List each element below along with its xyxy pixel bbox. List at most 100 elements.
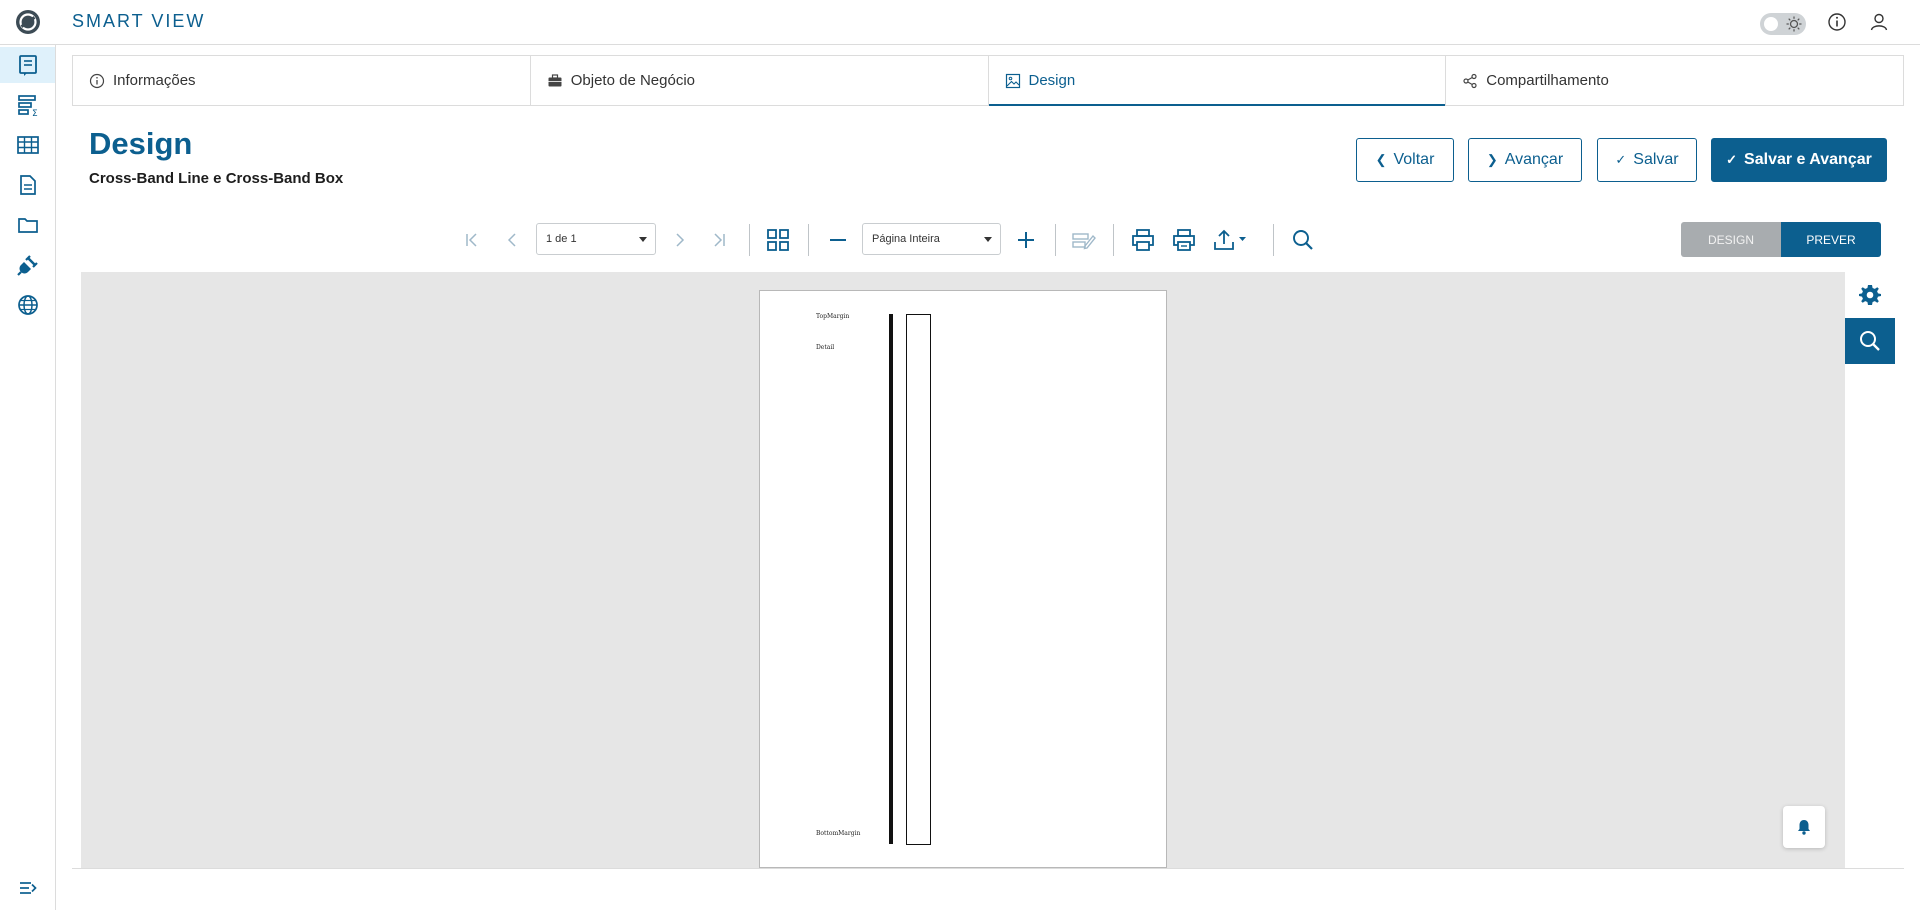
expand-menu-icon: [19, 882, 37, 894]
save-and-next-label: Salvar e Avançar: [1744, 151, 1872, 168]
save-button[interactable]: ✓ Salvar: [1597, 138, 1697, 182]
share-icon: [1463, 73, 1477, 88]
band-label-bottom-margin: BottomMargin: [816, 830, 861, 837]
toolbar-separator: [1055, 224, 1056, 256]
zoom-select[interactable]: Página Inteira: [862, 223, 1001, 255]
notifications-button[interactable]: [1783, 806, 1825, 848]
design-mode-button[interactable]: DESIGN: [1681, 222, 1781, 257]
tab-label: Compartilhamento: [1486, 72, 1609, 89]
sun-icon: [1786, 16, 1802, 32]
next-label: Avançar: [1504, 151, 1564, 168]
plus-icon: [1018, 232, 1034, 248]
report-page: TopMargin Detail BottomMargin: [759, 290, 1167, 868]
report-icon: [18, 55, 37, 76]
theme-toggle[interactable]: [1760, 13, 1806, 35]
tab-design[interactable]: Design: [988, 56, 1447, 106]
sidebar-item-tables[interactable]: [0, 127, 55, 163]
band-label-detail: Detail: [816, 344, 835, 351]
page-subtitle: Cross-Band Line e Cross-Band Box: [89, 170, 344, 187]
upload-icon: [1214, 229, 1246, 250]
zoom-out-button[interactable]: [826, 228, 850, 252]
app-header: SMART VIEW: [0, 0, 1920, 45]
sidebar-item-reports[interactable]: [0, 47, 55, 83]
back-label: Voltar: [1393, 151, 1435, 168]
first-page-icon: [466, 233, 477, 247]
next-page-button[interactable]: [668, 228, 692, 252]
user-icon[interactable]: [1868, 11, 1890, 33]
wizard-tabs: Informações Objeto de Negócio Design Com…: [72, 55, 1904, 106]
chevron-down-icon: [984, 237, 992, 242]
toggle-knob: [1764, 17, 1778, 31]
chevron-left-icon: ❮: [1375, 152, 1387, 167]
print-page-button[interactable]: [1172, 228, 1196, 252]
last-page-button[interactable]: [707, 228, 731, 252]
previous-page-button[interactable]: [500, 228, 524, 252]
bell-icon: [1798, 820, 1810, 835]
back-button[interactable]: ❮ Voltar: [1356, 138, 1454, 182]
chevron-right-icon: [676, 233, 685, 247]
editing-fields-button[interactable]: [1072, 228, 1096, 252]
sidebar-item-web[interactable]: [0, 287, 55, 323]
search-icon: [1293, 230, 1313, 250]
toolbar-separator: [749, 224, 750, 256]
preview-mode-button[interactable]: PREVER: [1781, 222, 1881, 257]
gear-icon: [1859, 285, 1881, 305]
toolbar-separator: [808, 224, 809, 256]
tab-label: Design: [1028, 72, 1076, 89]
save-and-next-button[interactable]: ✓ Salvar e Avançar: [1711, 138, 1887, 182]
tab-label: Objeto de Negócio: [570, 72, 695, 89]
cross-band-box: [906, 314, 931, 845]
tab-objeto-de-negocio[interactable]: Objeto de Negócio: [531, 56, 989, 105]
zoom-select-value: Página Inteira: [872, 233, 940, 245]
check-icon: ✓: [1615, 152, 1627, 167]
svg-text:Σ: Σ: [32, 109, 38, 117]
search-icon: [1860, 331, 1880, 351]
content-bottom-border: [72, 868, 1904, 869]
info-icon[interactable]: [1826, 11, 1848, 33]
sidebar-item-documents[interactable]: [0, 167, 55, 203]
analysis-icon: Σ: [17, 95, 38, 117]
totvs-logo-icon[interactable]: [15, 9, 41, 35]
briefcase-icon: [548, 73, 562, 86]
edit-fields-icon: [1072, 233, 1096, 250]
image-icon: [1005, 73, 1020, 88]
preview-side-tools: [1845, 272, 1895, 868]
sidebar-item-analysis[interactable]: Σ: [0, 87, 55, 123]
first-page-button[interactable]: [460, 228, 484, 252]
page-select-value: 1 de 1: [546, 233, 577, 245]
expand-menu-button[interactable]: [0, 870, 55, 906]
cross-band-line: [889, 314, 893, 844]
next-button[interactable]: ❯ Avançar: [1468, 138, 1582, 182]
tab-informacoes[interactable]: Informações: [73, 56, 531, 105]
minus-icon: [830, 239, 846, 241]
zoom-in-button[interactable]: [1014, 228, 1038, 252]
chevron-down-icon: [639, 237, 647, 242]
info-icon: [89, 73, 105, 88]
print-icon: [1132, 229, 1154, 251]
chevron-left-icon: [507, 233, 516, 247]
report-preview-area[interactable]: TopMargin Detail BottomMargin: [81, 272, 1845, 868]
sidebar: Σ: [0, 45, 56, 910]
toolbar-separator: [1113, 224, 1114, 256]
export-button[interactable]: [1212, 228, 1252, 252]
toolbar-separator: [1273, 224, 1274, 256]
globe-icon: [17, 295, 38, 315]
view-mode-switch: DESIGN PREVER: [1681, 222, 1881, 257]
table-icon: [16, 136, 39, 154]
page-select[interactable]: 1 de 1: [536, 223, 656, 255]
check-icon: ✓: [1726, 152, 1738, 167]
search-panel-button[interactable]: [1845, 318, 1895, 364]
viewer-toolbar: 1 de 1 Página Inteira DESIGN PREVER: [0, 218, 1920, 262]
document-icon: [19, 175, 36, 195]
last-page-icon: [714, 233, 725, 247]
tab-compartilhamento[interactable]: Compartilhamento: [1446, 56, 1903, 105]
print-button[interactable]: [1131, 228, 1155, 252]
app-title: SMART VIEW: [72, 11, 206, 31]
grid-icon: [767, 229, 789, 251]
multipage-button[interactable]: [766, 228, 790, 252]
tab-label: Informações: [113, 72, 196, 89]
parameters-button[interactable]: [1845, 272, 1895, 318]
search-button[interactable]: [1291, 228, 1315, 252]
save-label: Salvar: [1633, 151, 1679, 168]
chevron-right-icon: ❯: [1486, 152, 1498, 167]
